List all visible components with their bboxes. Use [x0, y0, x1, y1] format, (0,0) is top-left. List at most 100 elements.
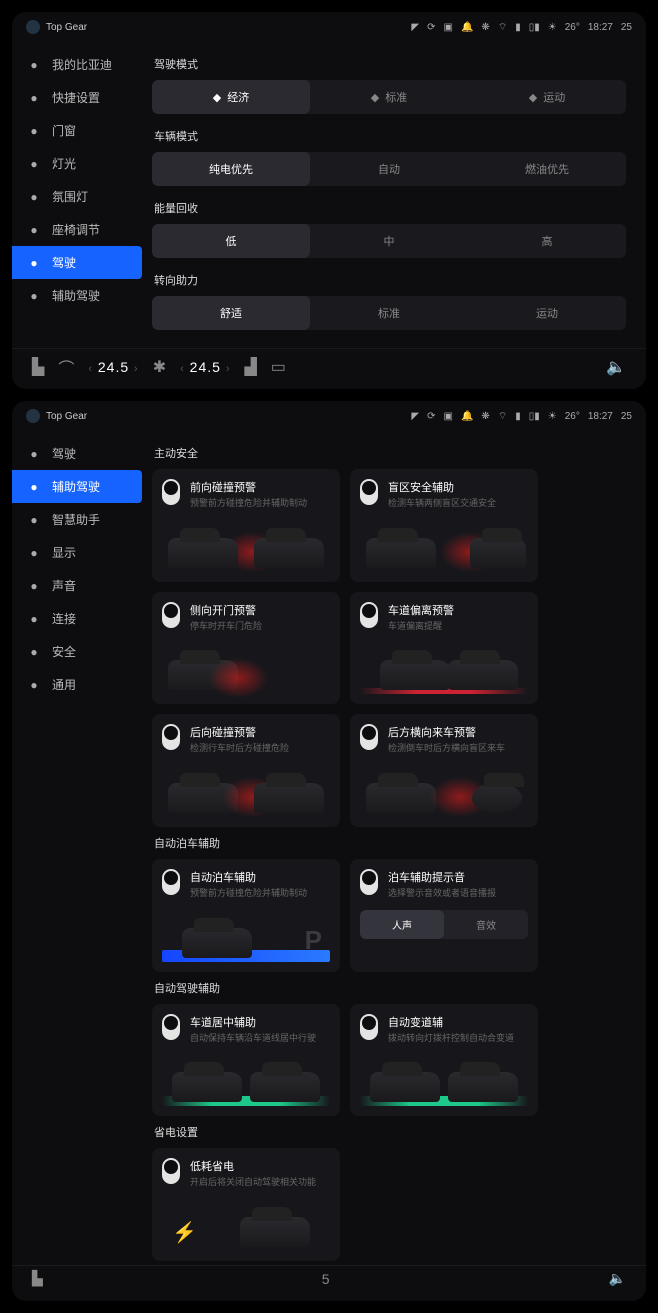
sidebar-item-wheel[interactable]: ●驾驶: [12, 437, 142, 470]
avatar[interactable]: [26, 20, 40, 34]
card-subtitle: 检测车辆两侧盲区交通安全: [388, 498, 528, 510]
segment-option[interactable]: 高: [468, 224, 626, 258]
fan-icon[interactable]: ✱: [153, 357, 166, 377]
card-title: 车道居中辅助: [190, 1014, 330, 1030]
card-illustration: [162, 516, 330, 572]
segment-option[interactable]: ◆标准: [310, 80, 468, 114]
segment-option[interactable]: ◆运动: [468, 80, 626, 114]
weather-icon: ☀: [548, 411, 557, 422]
card-title: 侧向开门预警: [190, 602, 330, 618]
feature-card: 后向碰撞预警检测行车时后方碰撞危险: [152, 714, 340, 827]
sidebar-item-assistant[interactable]: ●智慧助手: [12, 503, 142, 536]
avatar[interactable]: [26, 409, 40, 423]
toggle-switch[interactable]: [162, 479, 180, 505]
toggle-switch[interactable]: [360, 479, 378, 505]
settings-panel-adas: Top Gear ◤ ⟳ ▣ 🔔 ❋ ⌔ ▮ ▯▮ ☀ 26° 18:27 25…: [12, 401, 646, 1301]
feature-card: 侧向开门预警停车时开车门危险: [152, 592, 340, 705]
card-illustration: [360, 761, 528, 817]
card-subtitle: 检测行车时后方碰撞危险: [190, 743, 330, 755]
toggle-switch[interactable]: [360, 602, 378, 628]
bluetooth-icon: ❋: [481, 411, 489, 422]
toggle-switch[interactable]: [162, 1158, 180, 1184]
center-value: 5: [322, 1271, 330, 1287]
section-label: 自动驾驶辅助: [154, 980, 626, 996]
wheel-icon: ●: [26, 255, 42, 271]
card-title: 前向碰撞预警: [190, 479, 330, 495]
toggle-switch[interactable]: [360, 1014, 378, 1040]
temp-left[interactable]: ‹ 24.5 ›: [88, 359, 138, 375]
segment-option[interactable]: 运动: [468, 296, 626, 330]
weather-temp: 26°: [565, 22, 580, 33]
volume-icon[interactable]: 🔈: [606, 357, 626, 377]
feature-card: 车道偏离预警车道偏离提醒: [350, 592, 538, 705]
sync-icon: ⟳: [427, 411, 435, 422]
sliders-icon: ●: [26, 677, 42, 693]
bluetooth-icon: ❋: [481, 22, 489, 33]
seat-left-icon[interactable]: ▙: [32, 357, 44, 377]
status-bar: Top Gear ◤ ⟳ ▣ 🔔 ❋ ⌔ ▮ ▯▮ ☀ 26° 18:27 25: [12, 12, 646, 42]
toggle-switch[interactable]: [162, 1014, 180, 1040]
sidebar-item-display[interactable]: ●显示: [12, 536, 142, 569]
segment-option[interactable]: ◆经济: [152, 80, 310, 114]
volume-icon[interactable]: 🔈: [609, 1270, 626, 1287]
segment-option[interactable]: 纯电优先: [152, 152, 310, 186]
toggle-switch[interactable]: [162, 869, 180, 895]
sidebar-item-shield[interactable]: ●安全: [12, 635, 142, 668]
temp-right[interactable]: ‹ 24.5 ›: [180, 359, 230, 375]
segment-option[interactable]: 标准: [310, 296, 468, 330]
feature-card: 自动泊车辅助预警前方碰撞危险并辅助制动P: [152, 859, 340, 972]
bell-icon: 🔔: [461, 411, 473, 422]
card-grid: 车道居中辅助自动保持车辆沿车道线居中行驶自动变道辅拨动转向灯拨杆控制自动合变道: [152, 1004, 626, 1117]
sidebar-item-link[interactable]: ●连接: [12, 602, 142, 635]
ambient-icon: ●: [26, 189, 42, 205]
seat-right-icon[interactable]: ▟: [244, 357, 256, 377]
sidebar-item-sliders[interactable]: ●通用: [12, 668, 142, 701]
weather-temp: 26°: [565, 411, 580, 422]
card-subtitle: 开启后将关闭自动驾驶相关功能: [190, 1177, 330, 1189]
wifi-icon: ⌔: [498, 21, 507, 34]
feature-card: 泊车辅助提示音选择警示音效或者语音播报人声音效: [350, 859, 538, 972]
segment-option[interactable]: 自动: [310, 152, 468, 186]
dashcam-icon: ▣: [444, 411, 453, 422]
sidebar-item-label: 安全: [52, 643, 76, 660]
sidebar-item-label: 灯光: [52, 155, 76, 172]
sidebar-item-window[interactable]: ● 门窗: [12, 114, 142, 147]
toggle-switch[interactable]: [162, 602, 180, 628]
section-label: 驾驶模式: [154, 56, 626, 72]
card-illustration: P: [162, 906, 330, 962]
segment-option[interactable]: 音效: [444, 910, 528, 939]
settings-quick-icon: ●: [26, 90, 42, 106]
segment-option[interactable]: 舒适: [152, 296, 310, 330]
window-icon: ●: [26, 123, 42, 139]
sidebar: ●我的比亚迪●快捷设置●门窗●灯光●氛围灯●座椅调节●驾驶●辅助驾驶: [12, 42, 142, 344]
car-mode-icon[interactable]: ▭: [271, 357, 286, 377]
seat-left-icon[interactable]: ▙: [32, 1270, 43, 1287]
section-label: 主动安全: [154, 445, 626, 461]
status-bar: Top Gear ◤ ⟳ ▣ 🔔 ❋ ⌔ ▮ ▯▮ ☀ 26° 18:27 25: [12, 401, 646, 431]
sidebar-item-adas[interactable]: ●辅助驾驶: [12, 470, 142, 503]
sidebar-item-car[interactable]: ●我的比亚迪: [12, 48, 142, 81]
defrost-front-icon[interactable]: ⌒: [58, 355, 74, 379]
card-subtitle: 预警前方碰撞危险并辅助制动: [190, 498, 330, 510]
card-title: 后向碰撞预警: [190, 724, 330, 740]
segment-option[interactable]: 低: [152, 224, 310, 258]
segment-option[interactable]: 燃油优先: [468, 152, 626, 186]
sidebar-item-light[interactable]: ●灯光: [12, 147, 142, 180]
sidebar-item-label: 门窗: [52, 122, 76, 139]
sidebar-item-label: 快捷设置: [52, 89, 100, 106]
sidebar-item-ambient[interactable]: ●氛围灯: [12, 180, 142, 213]
sidebar-item-adas[interactable]: ●辅助驾驶: [12, 279, 142, 312]
battery-icon: ▮: [515, 22, 521, 33]
toggle-switch[interactable]: [360, 724, 378, 750]
toggle-switch[interactable]: [360, 869, 378, 895]
segment-option[interactable]: 人声: [360, 910, 444, 939]
toggle-switch[interactable]: [162, 724, 180, 750]
sidebar-item-settings-quick[interactable]: ● 快捷设置: [12, 81, 142, 114]
sidebar-item-seat[interactable]: ●座椅调节: [12, 213, 142, 246]
segment-option[interactable]: 中: [310, 224, 468, 258]
card-illustration: [162, 638, 330, 694]
card-grid: 前向碰撞预警预警前方碰撞危险并辅助制动盲区安全辅助检测车辆两侧盲区交通安全侧向开…: [152, 469, 626, 827]
card-subtitle: 选择警示音效或者语音播报: [388, 888, 528, 900]
sidebar-item-wheel[interactable]: ●驾驶: [12, 246, 142, 279]
sidebar-item-sound[interactable]: ●声音: [12, 569, 142, 602]
